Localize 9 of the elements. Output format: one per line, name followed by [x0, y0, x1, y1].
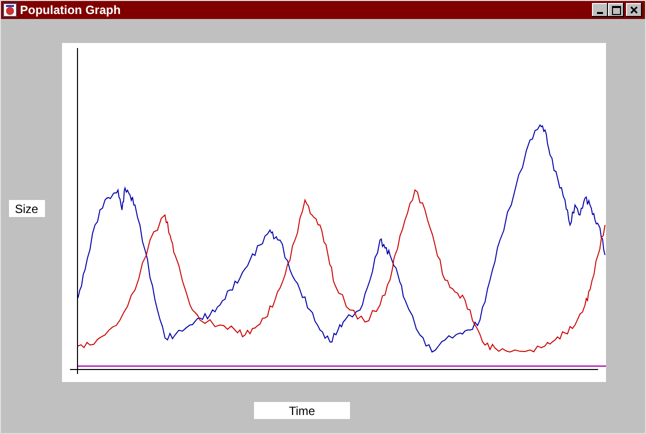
- minimize-button[interactable]: [592, 3, 608, 17]
- close-icon: [630, 6, 638, 14]
- app-icon: [3, 3, 17, 17]
- window-title: Population Graph: [20, 3, 122, 17]
- axis-label: Size: [8, 200, 44, 217]
- close-button[interactable]: [626, 3, 642, 17]
- maximize-button[interactable]: [608, 3, 624, 17]
- maximize-icon: [612, 6, 620, 14]
- axis-label: Time: [254, 402, 350, 419]
